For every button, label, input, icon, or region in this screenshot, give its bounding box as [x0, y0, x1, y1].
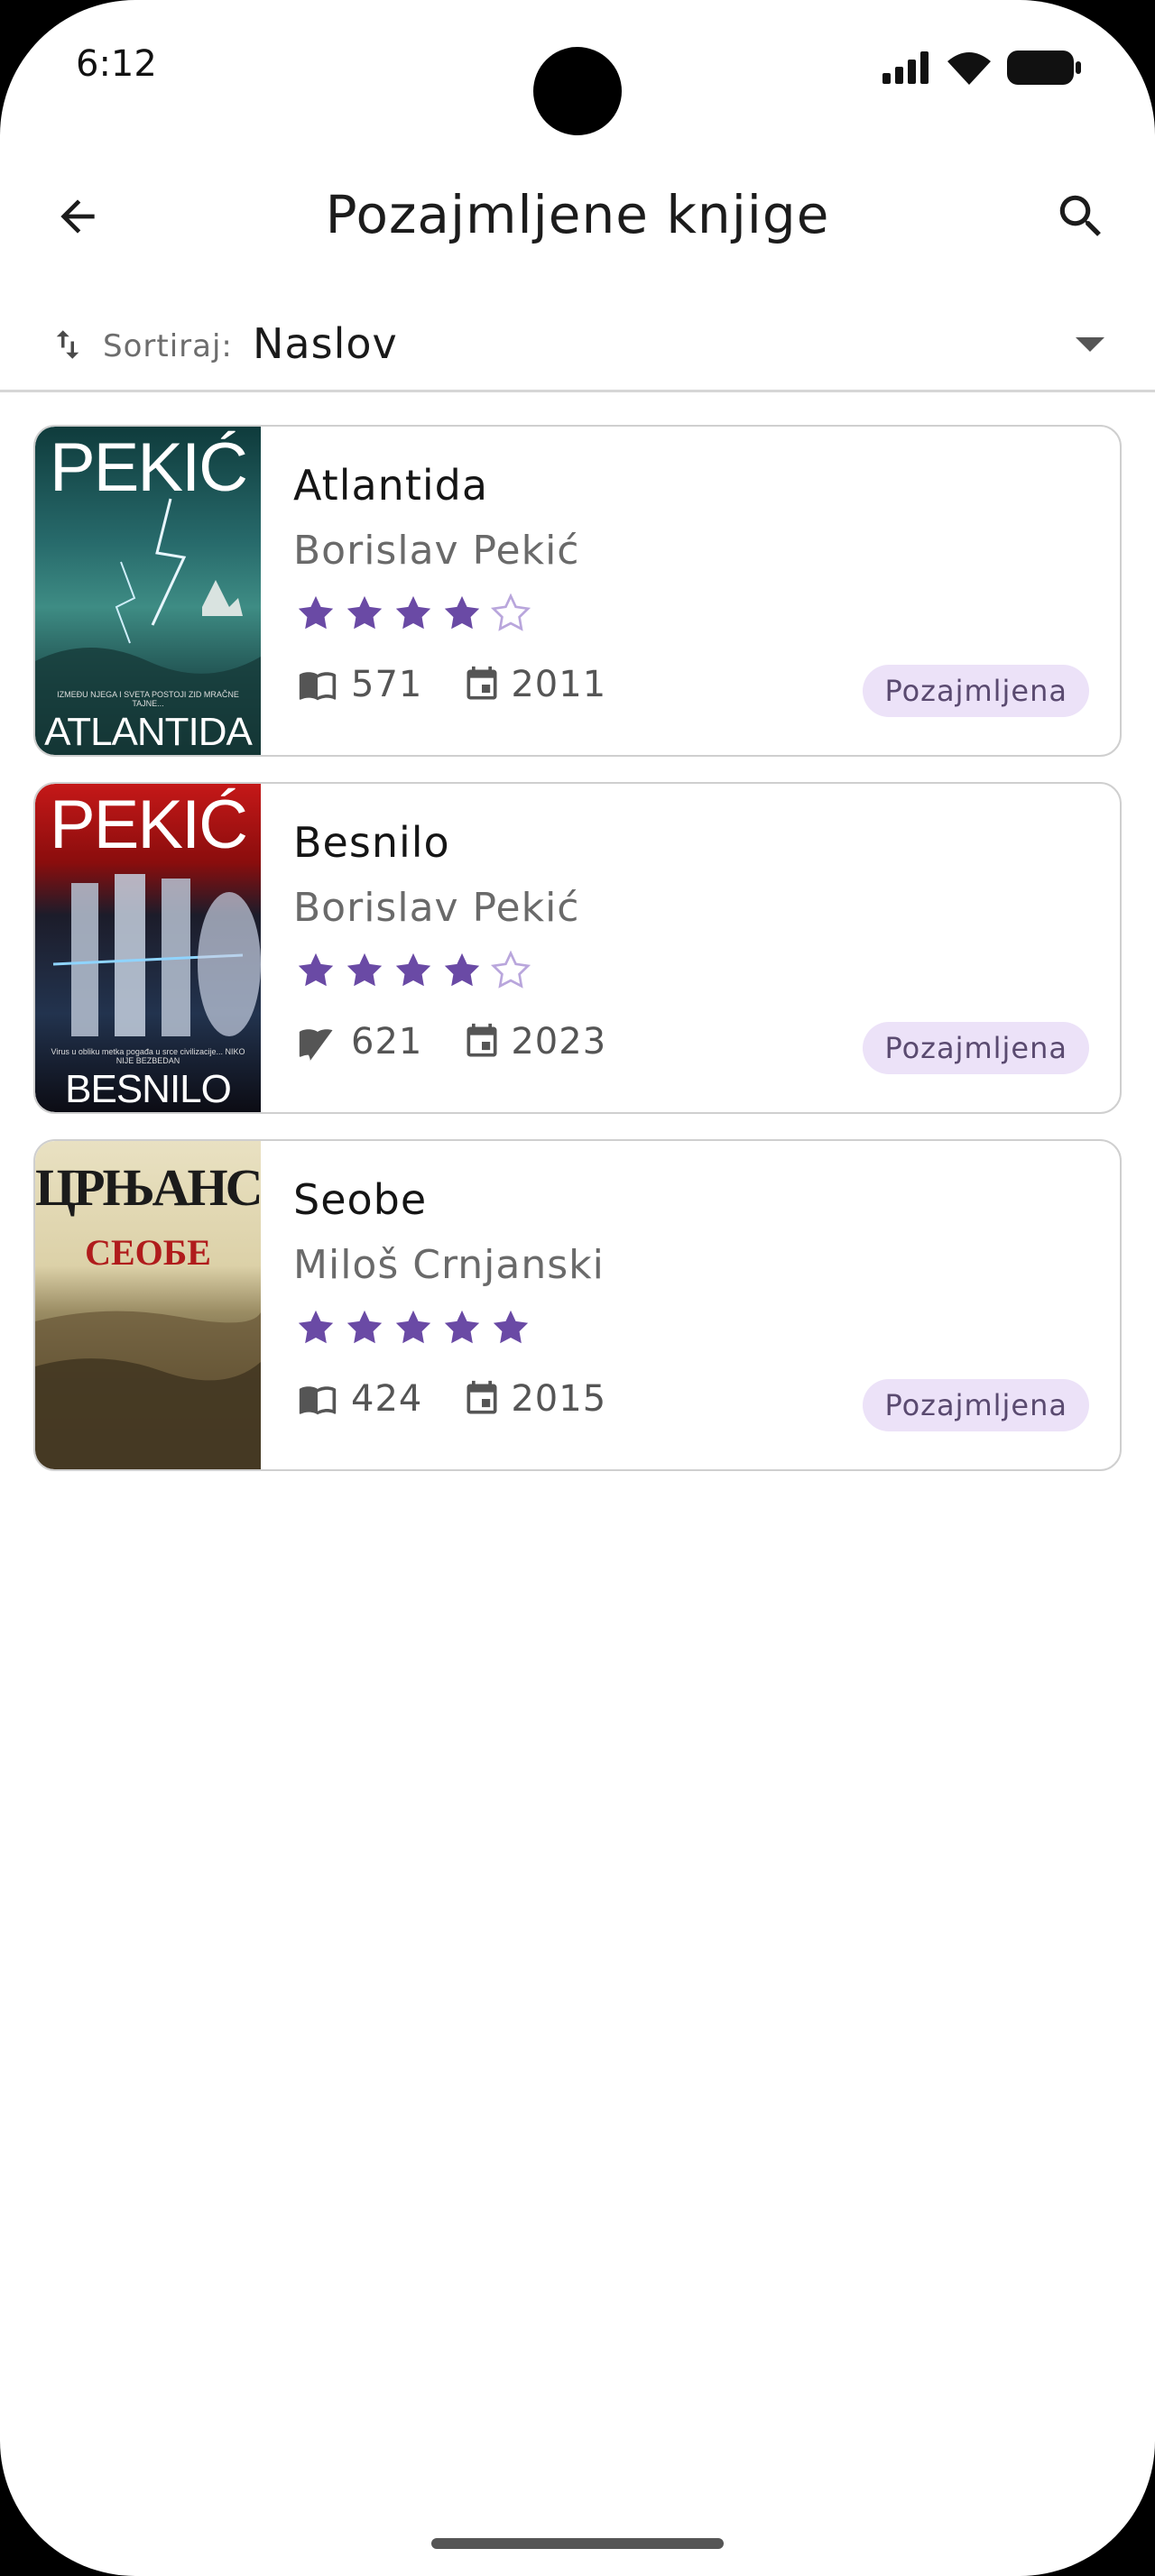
star-filled-icon — [444, 1310, 480, 1344]
publish-year-value: 2011 — [511, 664, 607, 705]
page-count-value: 621 — [351, 1021, 423, 1063]
publish-year-value: 2023 — [511, 1021, 607, 1063]
cellular-signal-icon — [882, 51, 929, 84]
book-card[interactable]: PEKIĆ Virus u obliku metka pogađa u srce… — [33, 782, 1122, 1114]
book-info: Seobe Miloš Crnjanski 424 2015 Pozajmlje… — [293, 1141, 1120, 1469]
book-icon — [299, 672, 337, 701]
star-filled-icon — [346, 1310, 383, 1344]
status-time: 6:12 — [76, 43, 157, 85]
star-outline-icon — [490, 950, 531, 989]
sort-dropdown[interactable]: Sortiraj: Naslov — [0, 307, 1155, 392]
publish-year: 2015 — [462, 1377, 606, 1421]
book-info: Besnilo Borislav Pekić 621 2023 Pozajmlj… — [293, 784, 1120, 1112]
publish-year-value: 2015 — [511, 1378, 607, 1420]
book-title: Atlantida — [293, 461, 489, 510]
book-cover: ЦРЊАНСКИ СЕОБЕ — [35, 1141, 261, 1469]
cover-author: PEKIĆ — [49, 787, 248, 863]
wifi-icon — [947, 52, 991, 85]
book-author: Miloš Crnjanski — [293, 1242, 605, 1288]
search-icon — [1059, 195, 1101, 236]
book-meta: 424 2015 — [293, 1377, 646, 1421]
star-filled-icon — [346, 952, 383, 987]
page-title: Pozajmljene knjige — [325, 184, 830, 245]
star-filled-icon — [395, 595, 431, 630]
rating-stars — [295, 593, 531, 634]
star-filled-icon — [298, 952, 334, 987]
star-filled-icon — [395, 952, 431, 987]
status-badge: Pozajmljena — [863, 1022, 1089, 1074]
app-bar: Pozajmljene knjige — [0, 162, 1155, 271]
cover-title: BESNILO — [65, 1067, 232, 1111]
book-meta: 571 2011 — [293, 663, 646, 706]
star-filled-icon — [298, 595, 334, 630]
book-info: Atlantida Borislav Pekić 571 2011 Pozajm… — [293, 427, 1120, 755]
page-count: 424 — [293, 1378, 422, 1420]
book-list: PEKIĆ IZMEĐU NJEGA I SVETA POSTOJI ZID M… — [33, 425, 1122, 1496]
status-icons — [882, 51, 1081, 85]
star-filled-icon — [395, 1310, 431, 1344]
book-title: Besnilo — [293, 818, 450, 867]
rating-stars — [295, 950, 531, 991]
book-author: Borislav Pekić — [293, 885, 580, 931]
book-cover: PEKIĆ IZMEĐU NJEGA I SVETA POSTOJI ZID M… — [35, 427, 261, 755]
cover-tagline: IZMEĐU NJEGA I SVETA POSTOJI ZID MRAČNE … — [57, 690, 239, 708]
book-card[interactable]: PEKIĆ IZMEĐU NJEGA I SVETA POSTOJI ZID M… — [33, 425, 1122, 757]
book-meta: 621 2023 — [293, 1020, 646, 1063]
status-badge: Pozajmljena — [863, 665, 1089, 717]
star-filled-icon — [346, 595, 383, 630]
phone-screen: 6:12 Pozajmljene knjige Sortiraj: Naslov… — [0, 0, 1155, 2576]
chevron-down-icon — [1076, 337, 1104, 352]
publish-year: 2011 — [462, 663, 606, 706]
sort-label: Sortiraj: — [103, 328, 233, 364]
page-count: 621 — [293, 1021, 422, 1063]
status-bar: 6:12 — [0, 0, 1155, 144]
calendar-icon — [467, 1023, 497, 1057]
battery-icon — [1007, 51, 1081, 85]
cover-tagline: Virus u obliku metka pogađa u srce civil… — [51, 1047, 245, 1065]
book-author: Borislav Pekić — [293, 528, 580, 574]
front-camera — [533, 47, 622, 135]
cover-title: ATLANTIDA — [44, 710, 253, 754]
home-indicator[interactable] — [431, 2538, 724, 2549]
calendar-icon — [467, 1380, 497, 1414]
status-badge: Pozajmljena — [863, 1379, 1089, 1431]
page-count-value: 424 — [351, 1378, 423, 1420]
book-icon — [299, 1386, 337, 1415]
book-icon — [299, 1029, 333, 1062]
cover-title: СЕОБЕ — [85, 1232, 211, 1273]
publish-year: 2023 — [462, 1020, 606, 1063]
star-outline-icon — [490, 593, 531, 631]
book-card[interactable]: ЦРЊАНСКИ СЕОБЕ Seobe Miloš Crnjanski 424… — [33, 1139, 1122, 1471]
star-filled-icon — [444, 952, 480, 987]
page-count: 571 — [293, 664, 422, 705]
search-button[interactable] — [1047, 182, 1115, 251]
book-title: Seobe — [293, 1175, 428, 1224]
star-filled-icon — [444, 595, 480, 630]
cover-author: PEKIĆ — [49, 429, 248, 506]
cover-author: ЦРЊАНСКИ — [35, 1158, 261, 1217]
page-count-value: 571 — [351, 664, 423, 705]
calendar-icon — [467, 666, 497, 700]
book-cover: PEKIĆ Virus u obliku metka pogađa u srce… — [35, 784, 261, 1112]
sort-value: Naslov — [253, 319, 398, 368]
star-filled-icon — [493, 1310, 529, 1344]
swap-vert-icon — [56, 330, 79, 359]
rating-stars — [295, 1307, 531, 1348]
star-filled-icon — [298, 1310, 334, 1344]
